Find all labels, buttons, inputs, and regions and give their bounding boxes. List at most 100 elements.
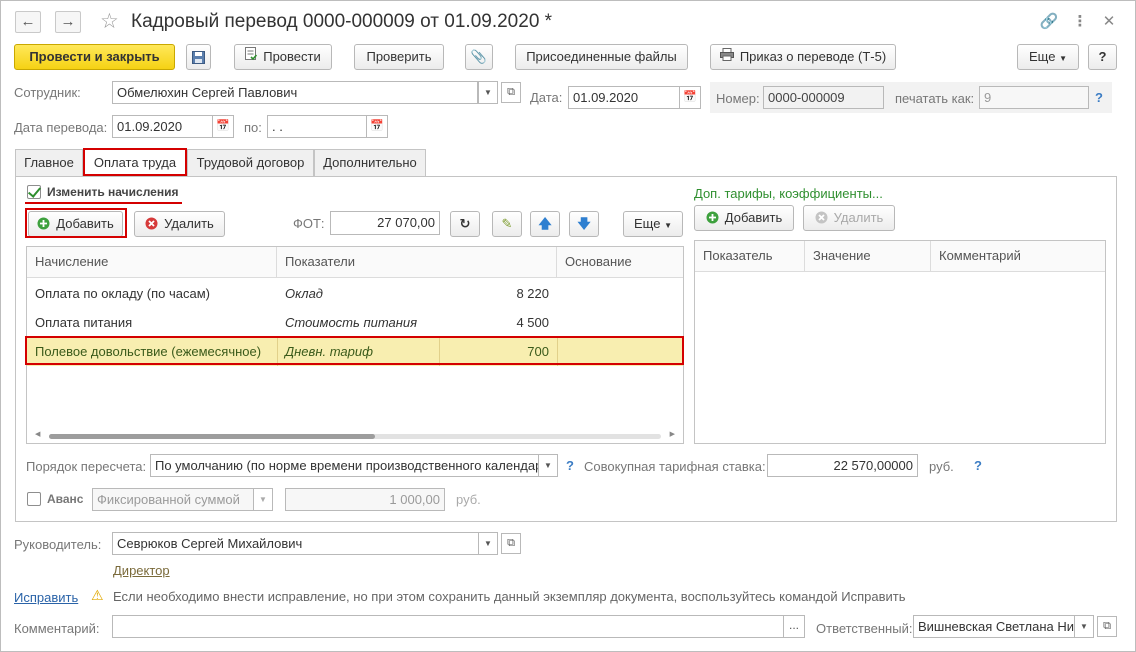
print-order-button[interactable]: Приказ о переводе (Т-5) [710,44,896,70]
date-field[interactable]: 01.09.2020 [568,86,680,109]
scrollbar-thumb[interactable] [49,434,375,439]
column-header-indicators[interactable]: Показатели [277,247,557,278]
employee-label: Сотрудник: [14,85,81,100]
to-date-calendar-button[interactable]: 📅 [366,115,388,138]
edit-button[interactable]: ✎ [492,211,522,237]
move-up-button[interactable]: 🡅 [530,211,560,237]
comment-field[interactable] [112,615,784,638]
move-down-button[interactable]: 🡇 [569,211,599,237]
total-rate-field[interactable]: 22 570,00000 [767,454,918,477]
column-header-indicator[interactable]: Показатель [695,241,805,272]
responsible-dropdown[interactable]: ▼ [1074,615,1094,638]
tariffs-table-header: Показатель Значение Комментарий [695,241,1105,272]
advance-checkbox[interactable] [27,492,41,506]
recalc-select[interactable]: По умолчанию (по норме времени производс… [150,454,539,477]
print-as-label: печатать как: [895,91,975,106]
add-accrual-button[interactable]: Добавить [28,211,123,237]
column-header-value[interactable]: Значение [805,241,931,272]
table-row-selected[interactable]: Полевое довольствие (ежемесячное) Дневн.… [27,337,683,366]
employee-open-button[interactable]: ⧉ [501,82,521,103]
calendar-icon: 📅 [683,91,697,103]
chevron-down-icon: ▼ [1059,54,1067,63]
chevron-down-icon: ▼ [1080,622,1088,631]
to-date-field[interactable]: . . [267,115,367,138]
change-accruals-underline [25,202,182,204]
date-label: Дата: [530,90,563,105]
star-icon[interactable]: ☆ [100,9,119,34]
indicator-cell: Стоимость питания [285,315,418,330]
add-tariff-button[interactable]: Добавить [694,205,794,231]
refresh-button[interactable]: ↻ [450,211,480,237]
check-button[interactable]: Проверить [354,44,444,70]
recalc-dropdown[interactable]: ▼ [538,454,558,477]
responsible-field[interactable]: Вишневская Светлана Ни [913,615,1075,638]
tab-payment[interactable]: Оплата труда [83,149,187,176]
save-button[interactable] [186,44,211,70]
manager-field[interactable]: Севрюков Сергей Михайлович [112,532,479,555]
delete-accrual-button[interactable]: Удалить [134,211,225,237]
column-header-comment[interactable]: Комментарий [931,241,1106,272]
attached-files-button[interactable]: Присоединенные файлы [515,44,688,70]
attach-button[interactable]: 📎 [465,44,493,70]
scroll-left-icon[interactable]: ◀ [35,430,40,438]
post-button[interactable]: Провести [234,44,332,70]
comment-expand-button[interactable]: ... [783,615,805,638]
accrual-cell: Оплата питания [35,315,133,330]
post-and-close-button[interactable]: Провести и закрыть [14,44,175,70]
table-row[interactable]: Оплата по окладу (по часам) Оклад 8 220 [27,279,683,308]
advance-mode-dropdown[interactable]: ▼ [253,488,273,511]
scroll-right-icon[interactable]: ▶ [670,430,675,438]
employee-field[interactable]: Обмелюхин Сергей Павлович [112,81,478,104]
fot-field[interactable]: 27 070,00 [330,211,440,235]
fix-link[interactable]: Исправить [14,590,78,605]
transfer-date-field[interactable]: 01.09.2020 [112,115,213,138]
print-as-help-icon[interactable]: ? [1095,90,1103,105]
tariffs-title[interactable]: Доп. тарифы, коэффициенты... [694,186,883,201]
forward-button[interactable]: → [55,11,81,33]
tab-additional[interactable]: Дополнительно [314,149,426,176]
tab-labor-contract[interactable]: Трудовой договор [187,149,314,176]
advance-amount-field[interactable]: 1 000,00 [285,488,445,511]
tab-main[interactable]: Главное [15,149,83,176]
manager-open-button[interactable]: ⧉ [501,533,521,554]
table-row[interactable]: Оплата питания Стоимость питания 4 500 [27,308,683,337]
more-button[interactable]: Еще ▼ [1017,44,1079,70]
back-button[interactable]: ← [15,11,41,33]
comment-label: Комментарий: [14,621,100,636]
column-header-basis[interactable]: Основание [557,247,683,278]
help-button[interactable]: ? [1088,44,1117,70]
close-icon[interactable]: ✕ [1099,12,1119,30]
more-vert-icon[interactable]: ⋮ [1070,12,1090,30]
advance-mode-select[interactable]: Фиксированной суммой [92,488,254,511]
change-accruals-checkbox[interactable] [27,185,41,199]
add-accrual-label: Добавить [56,216,114,231]
number-label: Номер: [716,91,760,106]
horizontal-scrollbar[interactable]: ◀ ▶ [35,430,675,440]
value-cell: 4 500 [516,315,549,330]
chevron-down-icon: ▼ [484,88,492,97]
warning-icon: ⚠ [91,587,104,603]
recalc-help-icon[interactable]: ? [566,458,574,473]
grid-more-button[interactable]: Еще ▼ [623,211,683,237]
total-rate-help-icon[interactable]: ? [974,458,982,473]
transfer-date-label: Дата перевода: [14,120,108,135]
printer-icon [719,45,734,69]
accrual-cell: Полевое довольствие (ежемесячное) [35,344,262,359]
delete-circle-icon [815,206,828,230]
print-as-field[interactable]: 9 [979,86,1089,109]
delete-tariff-button[interactable]: Удалить [803,205,895,231]
responsible-open-button[interactable]: ⧉ [1097,616,1117,637]
fix-hint: Если необходимо внести исправление, но п… [113,589,906,604]
accruals-table: Начисление Показатели Основание Оплата п… [26,246,684,444]
link-icon[interactable]: 🔗 [1039,12,1059,30]
column-header-accrual[interactable]: Начисление [27,247,277,278]
refresh-icon: ↻ [459,216,471,231]
transfer-date-calendar-button[interactable]: 📅 [212,115,234,138]
date-calendar-button[interactable]: 📅 [679,86,701,109]
arrow-down-icon: 🡇 [577,216,591,231]
total-rate-currency: руб. [929,459,954,474]
manager-position-link[interactable]: Директор [113,563,170,578]
employee-dropdown[interactable]: ▼ [478,81,498,104]
number-field[interactable]: 0000-000009 [763,86,884,109]
manager-dropdown[interactable]: ▼ [478,532,498,555]
